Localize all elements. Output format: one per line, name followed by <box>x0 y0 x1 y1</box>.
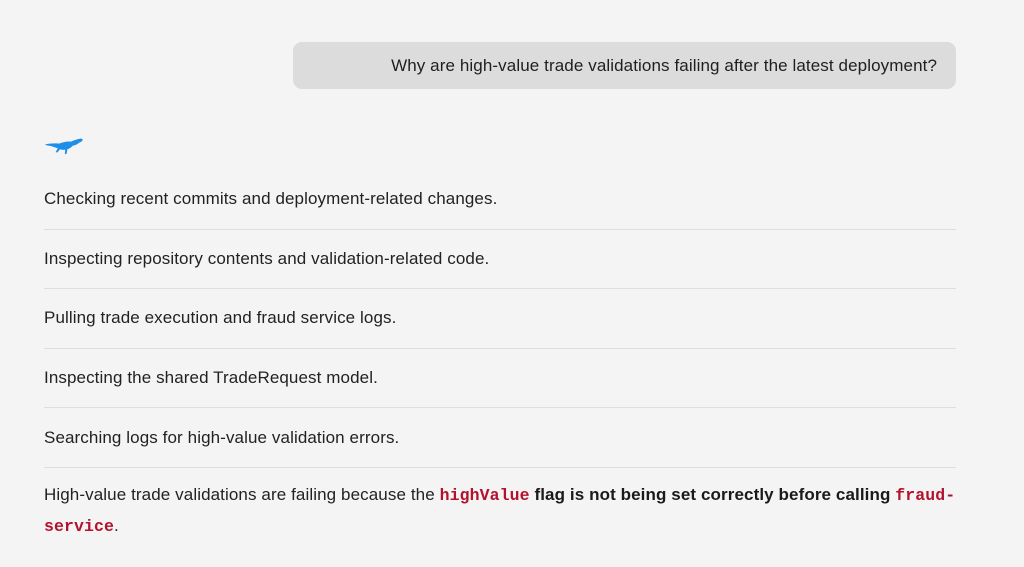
chat-page: Why are high-value trade validations fai… <box>0 0 1024 567</box>
answer-code-highvalue: highValue <box>439 486 530 505</box>
answer-bold-text: flag is not being set correctly before c… <box>529 485 896 504</box>
running-cheetah-logo-icon <box>45 138 83 155</box>
user-message-text: Why are high-value trade validations fai… <box>391 55 937 75</box>
progress-steps-list: Checking recent commits and deployment-r… <box>44 170 956 468</box>
answer-text: High-value trade validations are failing… <box>44 485 440 504</box>
progress-step: Checking recent commits and deployment-r… <box>44 170 956 230</box>
progress-step: Pulling trade execution and fraud servic… <box>44 289 956 349</box>
progress-step: Inspecting the shared TradeRequest model… <box>44 349 956 409</box>
progress-step: Inspecting repository contents and valid… <box>44 230 956 290</box>
answer-period: . <box>114 516 119 535</box>
user-message-bubble: Why are high-value trade validations fai… <box>293 42 956 89</box>
progress-step: Searching logs for high-value validation… <box>44 408 956 468</box>
assistant-answer: High-value trade validations are failing… <box>44 480 956 542</box>
